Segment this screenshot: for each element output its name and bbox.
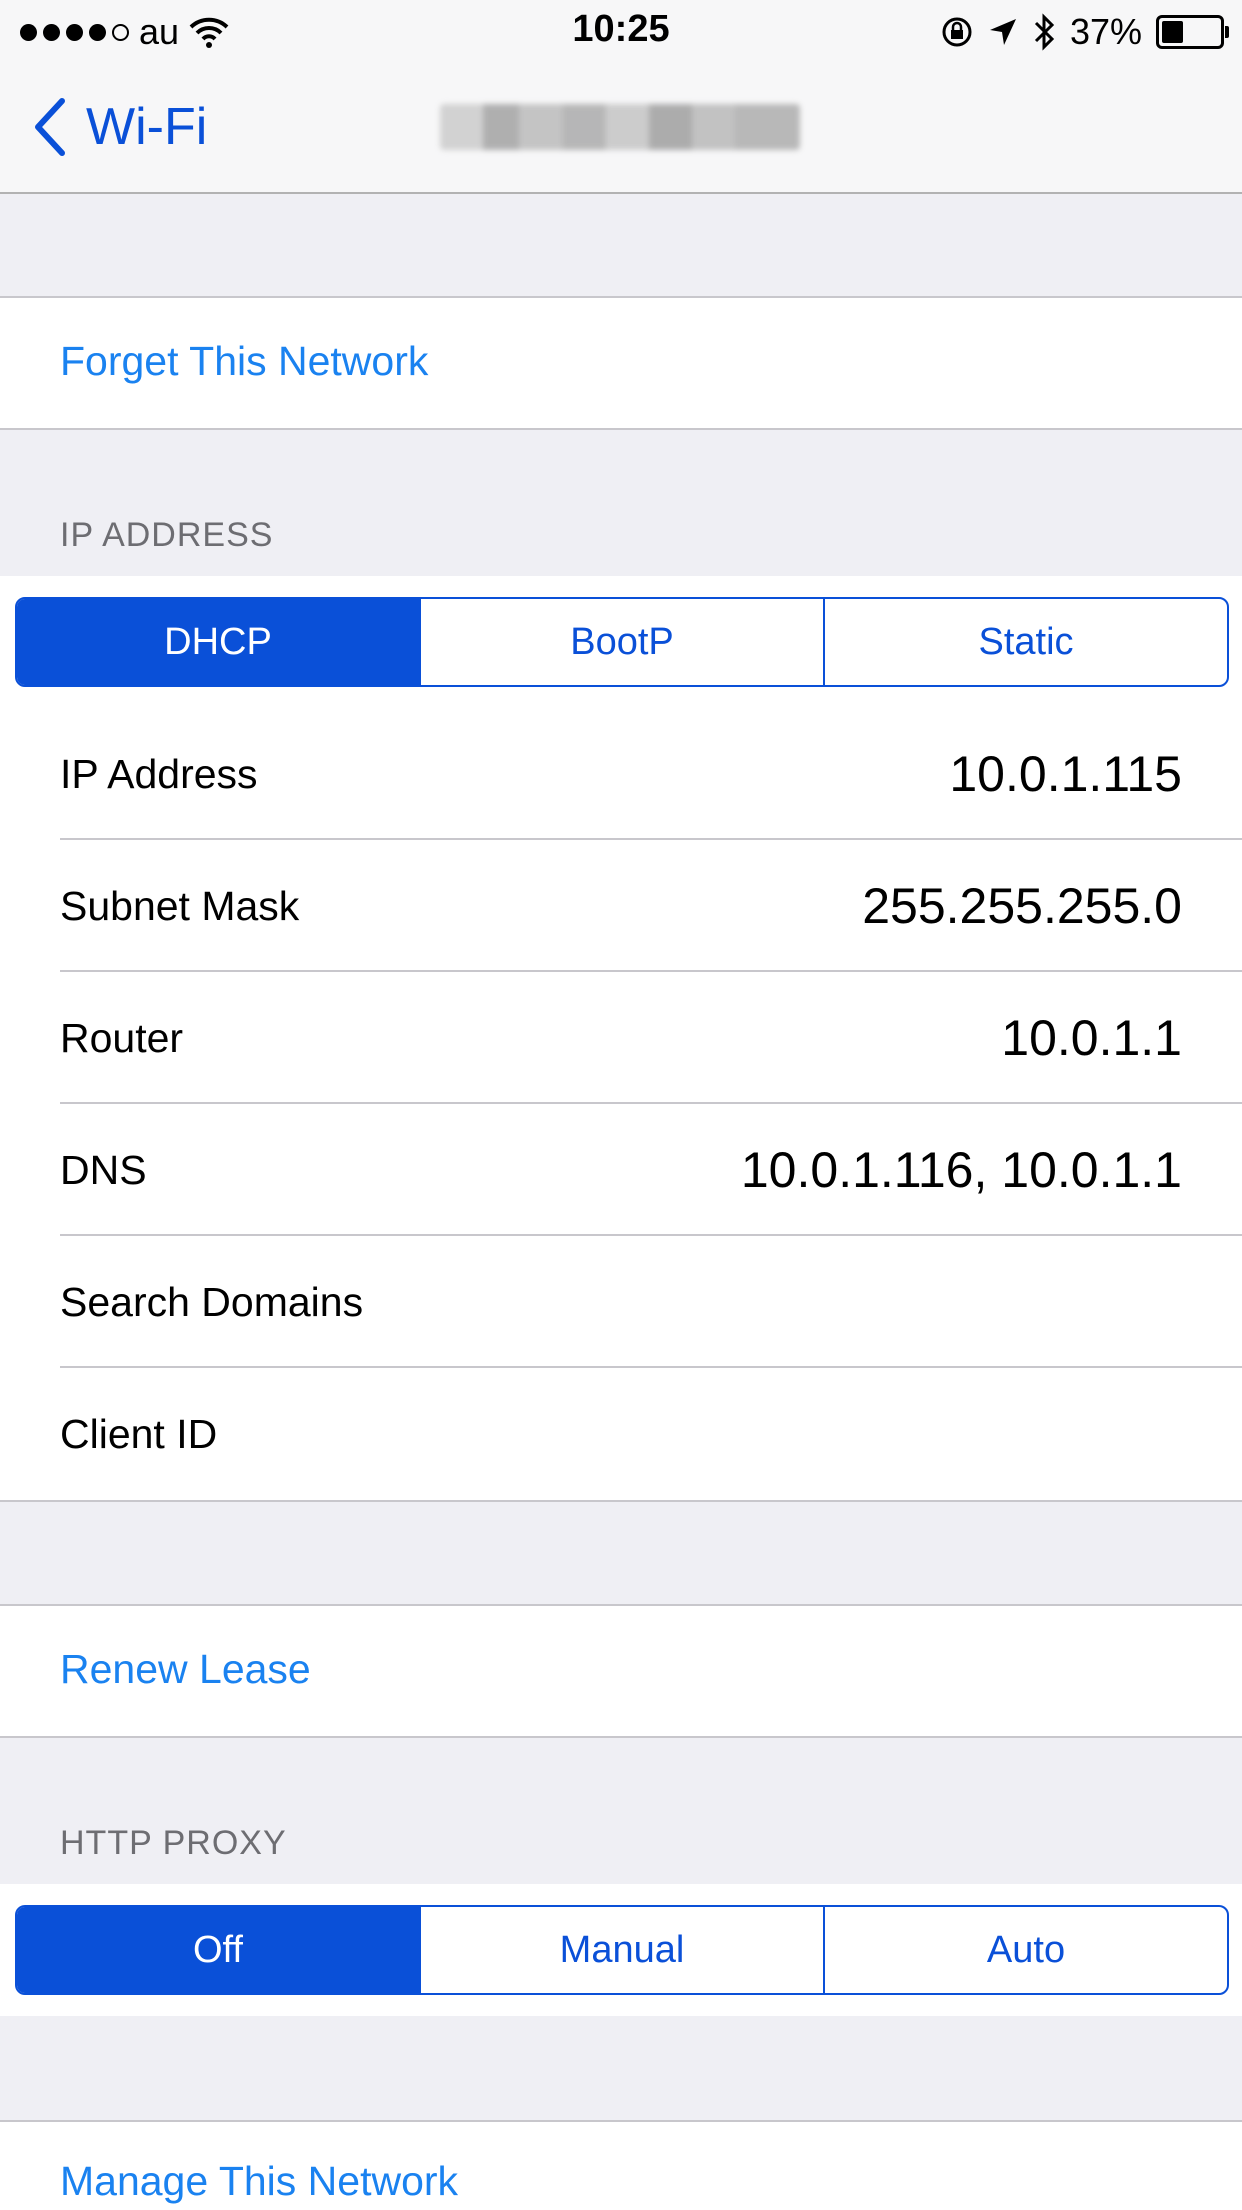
segment-static[interactable]: Static xyxy=(823,599,1227,685)
http-proxy-segmented-control[interactable]: Off Manual Auto xyxy=(15,1905,1229,1995)
battery-icon xyxy=(1156,15,1229,49)
back-button[interactable]: Wi-Fi xyxy=(32,92,207,162)
client-id-label: Client ID xyxy=(60,1410,218,1457)
http-proxy-section-header: HTTP PROXY xyxy=(60,1824,287,1862)
ip-address-section-header: IP ADDRESS xyxy=(60,516,274,554)
ip-address-row: IP Address 10.0.1.115 xyxy=(0,708,1242,840)
renew-lease-cell[interactable]: Renew Lease xyxy=(0,1604,1242,1738)
client-id-row: Client ID xyxy=(0,1368,1242,1500)
router-value: 10.0.1.1 xyxy=(1001,1010,1182,1066)
manage-network-button[interactable]: Manage This Network xyxy=(60,2158,458,2205)
forget-network-button[interactable]: Forget This Network xyxy=(60,338,428,385)
dns-value: 10.0.1.116, 10.0.1.1 xyxy=(740,1142,1182,1198)
search-domains-row: Search Domains xyxy=(0,1236,1242,1368)
rotation-lock-icon xyxy=(942,17,972,47)
subnet-mask-label: Subnet Mask xyxy=(60,882,300,929)
status-right: 37% xyxy=(940,10,1229,54)
subnet-mask-row: Subnet Mask 255.255.255.0 xyxy=(0,840,1242,972)
ip-mode-segmented-control[interactable]: DHCP BootP Static xyxy=(15,597,1229,687)
top-bar: au 10:25 37% Wi-Fi xyxy=(0,0,1242,194)
search-domains-label: Search Domains xyxy=(60,1278,364,1325)
location-arrow-icon xyxy=(989,19,1016,45)
segment-auto[interactable]: Auto xyxy=(823,1907,1227,1993)
back-label: Wi-Fi xyxy=(86,98,208,156)
dns-row: DNS 10.0.1.116, 10.0.1.1 xyxy=(0,1104,1242,1236)
router-label: Router xyxy=(60,1014,184,1061)
battery-percent: 37% xyxy=(1069,11,1142,52)
segment-off[interactable]: Off xyxy=(17,1907,419,1993)
ip-address-value: 10.0.1.115 xyxy=(949,746,1182,802)
router-row: Router 10.0.1.1 xyxy=(0,972,1242,1104)
forget-network-cell[interactable]: Forget This Network xyxy=(0,296,1242,430)
network-name-redacted xyxy=(440,104,800,150)
subnet-mask-value: 255.255.255.0 xyxy=(862,878,1182,934)
status-bar: au 10:25 37% xyxy=(0,0,1242,62)
dns-label: DNS xyxy=(60,1146,147,1193)
battery-fill xyxy=(1162,21,1183,43)
ip-address-label: IP Address xyxy=(60,750,258,797)
segment-manual[interactable]: Manual xyxy=(419,1907,823,1993)
renew-lease-button[interactable]: Renew Lease xyxy=(60,1646,311,1693)
bluetooth-icon xyxy=(1034,13,1055,51)
manage-network-cell[interactable]: Manage This Network xyxy=(0,2120,1242,2210)
segment-bootp[interactable]: BootP xyxy=(419,599,823,685)
chevron-left-icon xyxy=(35,98,65,156)
segment-dhcp[interactable]: DHCP xyxy=(17,599,419,685)
